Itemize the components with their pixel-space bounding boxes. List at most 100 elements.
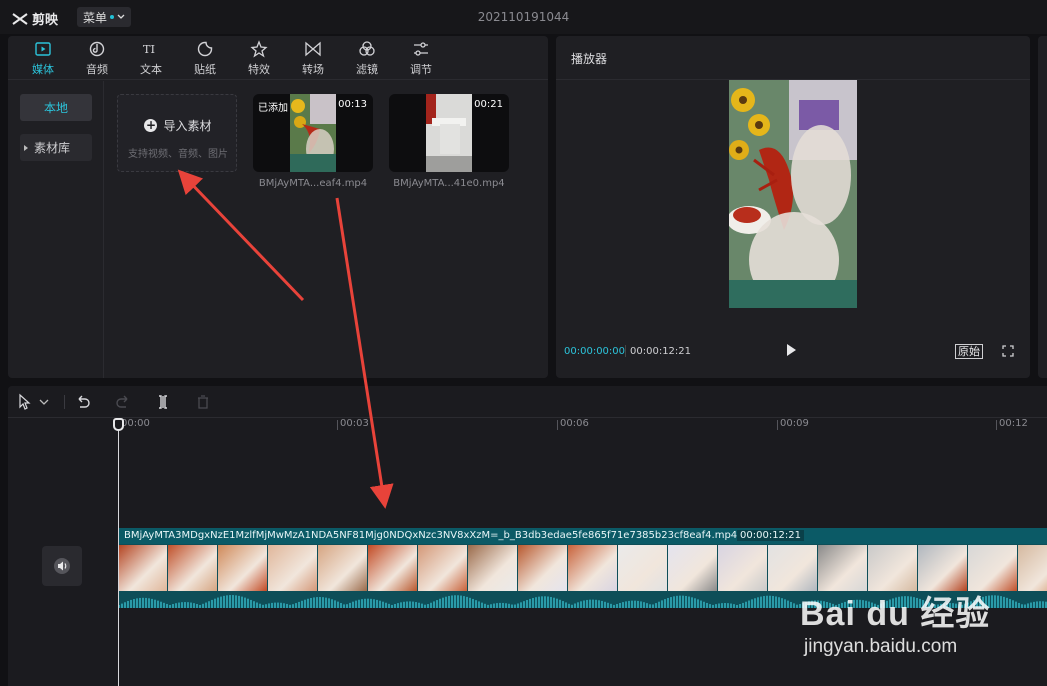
tab-sticker[interactable]: 贴纸 [178,36,232,80]
waveform-bar [589,599,591,608]
waveform-bar [166,603,168,608]
waveform-bar [526,599,528,608]
fullscreen-icon[interactable] [1002,345,1014,357]
select-cursor-icon[interactable] [16,393,34,411]
waveform-bar [331,599,333,608]
waveform-bar [517,603,519,608]
waveform-bar [169,604,171,608]
split-icon[interactable] [154,393,172,411]
waveform-bar [742,602,744,608]
waveform-bar [280,602,282,608]
waveform-bar [640,601,642,608]
waveform-bar [676,595,678,608]
waveform-bar [226,595,228,608]
waveform-bar [520,602,522,608]
waveform-bar [688,596,690,608]
track-mute-button[interactable] [42,546,82,586]
waveform-bar [1018,602,1020,608]
waveform-bar [406,601,408,608]
filter-icon [359,40,375,56]
tab-adjust[interactable]: 调节 [394,36,448,80]
toolbar-divider [64,395,65,409]
waveform-bar [757,597,759,608]
waveform-bar [643,602,645,608]
playhead-handle[interactable] [113,418,124,431]
waveform-bar [358,599,360,608]
waveform-bar [1006,597,1008,608]
waveform-bar [568,603,570,608]
clip-frame-thumbnail [218,545,268,591]
waveform-bar [427,604,429,608]
sidebar-item-library[interactable]: 素材库 [20,134,92,161]
import-media-button[interactable]: + 导入素材 支持视频、音频、图片 [117,94,237,172]
redo-icon[interactable] [114,393,132,411]
waveform-bar [763,596,765,608]
total-time: 00:00:12:21 [630,346,692,357]
waveform-bar [328,598,330,608]
tick-label: 00:12 [999,418,1028,429]
player-title: 播放器 [571,52,608,66]
waveform-bar [460,595,462,608]
playhead-line[interactable] [118,426,119,686]
import-label: 导入素材 [163,119,212,133]
tab-text[interactable]: TI 文本 [124,36,178,80]
waveform-bar [379,600,381,608]
tick-mark [996,420,997,430]
waveform-bar [127,600,129,608]
sidebar-item-label: 素材库 [34,141,71,155]
delete-icon[interactable] [194,393,212,411]
tab-effects[interactable]: 特效 [232,36,286,80]
undo-icon[interactable] [74,393,92,411]
waveform-bar [163,602,165,608]
sidebar-item-local[interactable]: 本地 [20,94,92,121]
effects-icon [250,39,268,58]
waveform-bar [652,604,654,608]
tab-filter[interactable]: 滤镜 [340,36,394,80]
waveform-bar [634,600,636,608]
clip-frame-thumbnail [918,545,968,591]
waveform-bar [478,601,480,608]
waveform-bar [265,604,267,608]
waveform-bar [571,604,573,608]
clip-thumbnail [290,94,336,172]
tab-transition[interactable]: 转场 [286,36,340,80]
waveform-bar [442,597,444,608]
tab-audio[interactable]: 音频 [70,36,124,80]
clip-frame-thumbnail [818,545,868,591]
waveform-bar [625,601,627,608]
waveform-bar [499,602,501,608]
aspect-ratio-button[interactable]: 原始 [955,344,983,359]
media-clip-2[interactable]: 00:21 [389,94,509,172]
clip-frame-thumbnail [318,545,368,591]
clip-frame-thumbnail [668,545,718,591]
waveform-bar [583,600,585,608]
waveform-bar [286,603,288,608]
current-time: 00:00:00:00 [564,346,626,357]
waveform-bar [733,604,735,608]
transition-icon [305,41,321,56]
media-clip-1[interactable]: 已添加 00:13 [253,94,373,172]
waveform-bar [550,596,552,608]
tab-label: 音频 [86,62,108,76]
waveform-bar [373,599,375,608]
waveform-bar [229,595,231,608]
timeline-ruler[interactable]: 00:00 00:03 00:06 00:09 00:12 [8,418,1047,432]
waveform-bar [196,603,198,608]
waveform-bar [721,603,723,608]
waveform-bar [739,604,741,608]
tab-label: 特效 [248,62,270,76]
play-icon[interactable] [787,344,796,356]
tick-label: 00:09 [780,418,809,429]
waveform-bar [457,595,459,608]
chevron-down-icon[interactable] [38,393,50,411]
waveform-bar [649,604,651,608]
clip-frame-thumbnail [468,545,518,591]
waveform-bar [787,600,789,608]
waveform-bar [322,597,324,608]
waveform-bar [466,596,468,608]
waveform-bar [514,604,516,608]
waveform-bar [715,604,717,608]
clip-frame-thumbnail [968,545,1018,591]
text-icon: TI [143,42,155,56]
tab-media[interactable]: 媒体 [16,36,70,80]
